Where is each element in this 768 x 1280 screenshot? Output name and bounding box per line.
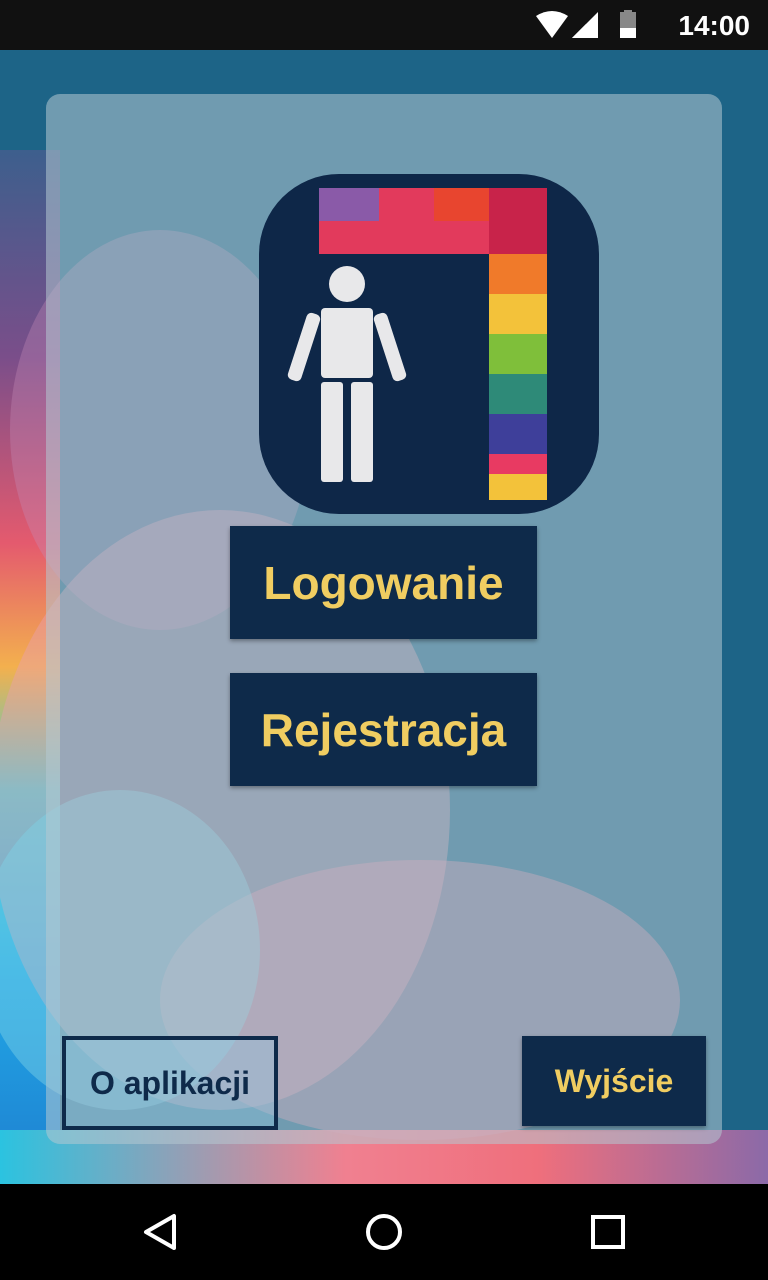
about-button[interactable]: O aplikacji: [62, 1036, 278, 1130]
register-button[interactable]: Rejestracja: [230, 673, 537, 786]
cell-signal-icon: [572, 12, 598, 38]
clock: 14:00: [678, 10, 750, 41]
app-logo: [259, 174, 599, 514]
wifi-icon: [536, 11, 568, 38]
person-icon: [287, 266, 407, 482]
back-icon[interactable]: [132, 1204, 188, 1260]
status-bar: 14:00: [0, 0, 768, 50]
status-icons: [536, 10, 636, 38]
battery-icon: [620, 10, 636, 38]
navigation-bar: [0, 1184, 768, 1280]
recents-icon[interactable]: [580, 1204, 636, 1260]
exit-button[interactable]: Wyjście: [522, 1036, 706, 1126]
login-button[interactable]: Logowanie: [230, 526, 537, 639]
home-icon[interactable]: [356, 1204, 412, 1260]
app-background: Logowanie Rejestracja O aplikacji Wyjści…: [0, 50, 768, 1184]
